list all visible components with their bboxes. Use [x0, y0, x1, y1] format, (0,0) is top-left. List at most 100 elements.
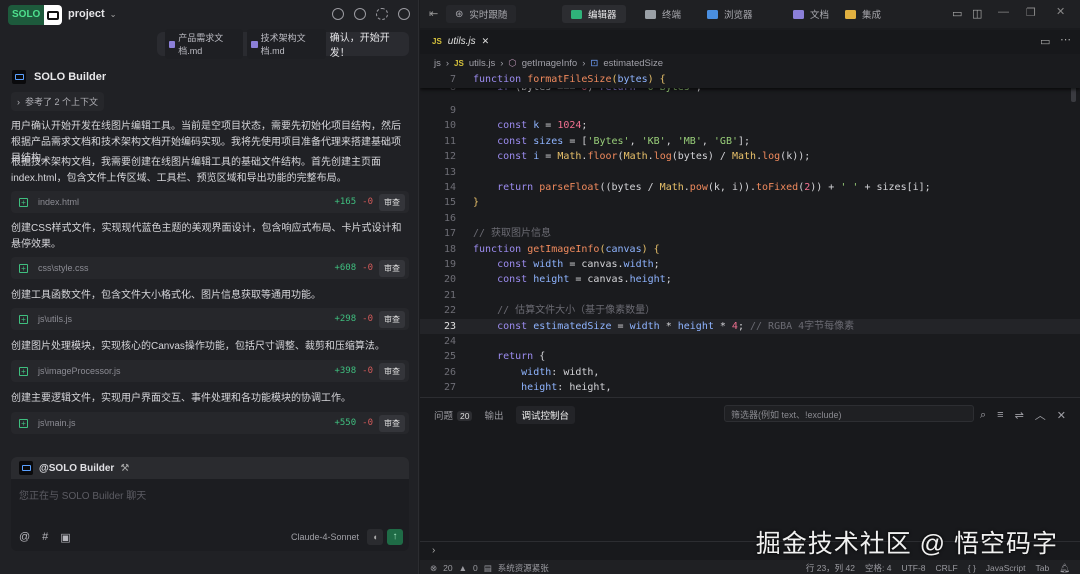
microphone-icon[interactable]: ◖ [367, 529, 383, 545]
close-window-icon[interactable]: ✕ [1056, 5, 1065, 18]
tab-docs[interactable]: 文档 [784, 5, 838, 23]
notifications-icon[interactable]: 🔔︎ [1059, 563, 1070, 574]
search-icon[interactable]: ⌕ [980, 409, 986, 422]
code-line[interactable]: 25 return { [420, 349, 1080, 365]
code-line[interactable]: 11 const sizes = ['Bytes', 'KB', 'MB', '… [420, 134, 1080, 150]
code-line[interactable]: 15} [420, 195, 1080, 211]
model-selector[interactable]: Claude-4-Sonnet [291, 532, 359, 542]
minimize-icon[interactable]: — [998, 6, 1009, 18]
encoding[interactable]: UTF-8 [901, 563, 925, 573]
code-line[interactable]: 19 const width = canvas.width; [420, 257, 1080, 273]
history-icon[interactable] [354, 8, 366, 20]
code-line[interactable]: 23 const estimatedSize = width * height … [420, 318, 1080, 335]
clear-console-icon[interactable]: ≡ [997, 409, 1003, 421]
code-token: { [539, 351, 546, 363]
split-editor-icon[interactable]: ▭ [1040, 35, 1050, 48]
code-line[interactable]: 16 [420, 211, 1080, 227]
chevron-up-icon[interactable]: ︿ [1035, 407, 1046, 423]
line-number: 14 [443, 182, 456, 193]
tools-icon[interactable]: ⚒ [120, 463, 129, 474]
file-tab-utils[interactable]: JS utils.js ✕ [432, 36, 489, 47]
code-token: return [473, 351, 540, 363]
braces-icon[interactable]: { } [968, 563, 976, 573]
warning-icon[interactable]: ▲ [459, 563, 467, 573]
more-icon[interactable]: ⋯ [1060, 33, 1071, 46]
review-button[interactable]: 审查 [379, 414, 405, 432]
close-panel-icon[interactable]: ✕ [1057, 409, 1066, 422]
code-line[interactable]: 26 width: width, [420, 365, 1080, 381]
tab-integrations[interactable]: 集成 [836, 5, 890, 23]
file-added-icon: + [19, 418, 28, 428]
code-line[interactable]: 14 return parseFloat((bytes / Math.pow(k… [420, 180, 1080, 196]
line-ending[interactable]: CRLF [936, 563, 958, 573]
tab-output[interactable]: 输出 [484, 408, 503, 422]
code-line[interactable]: 10 const k = 1024; [420, 118, 1080, 134]
code-token: : height, [557, 382, 612, 392]
settings-icon[interactable] [376, 8, 388, 20]
code-token: pow [689, 182, 708, 193]
code-editor[interactable]: 7 function formatFileSize(bytes) {8 if (b… [420, 72, 1080, 392]
chat-input[interactable]: 您正在与 SOLO Builder 聊天 [19, 487, 146, 502]
file-change-card[interactable]: + css\style.css +608 -0 审查 [11, 257, 409, 279]
file-added-icon: + [19, 197, 28, 207]
image-icon[interactable]: ▣ [60, 531, 70, 544]
error-icon[interactable]: ⊗ [430, 563, 437, 574]
close-tab-icon[interactable]: ✕ [482, 36, 490, 47]
file-change-card[interactable]: + index.html +165 -0 审查 [11, 191, 409, 213]
tab-mode[interactable]: Tab [1035, 563, 1049, 573]
toggle-panel-icon[interactable]: ▭ [952, 7, 962, 20]
review-button[interactable]: 审查 [379, 193, 405, 211]
realtime-follow-button[interactable]: ⊛ 实时跟随 [446, 5, 517, 23]
mention-bar: @SOLO Builder ⚒ [11, 457, 409, 479]
console-prompt-icon[interactable]: › [432, 545, 435, 556]
collapse-sidebar-icon[interactable]: ⇤ [429, 7, 438, 20]
code-line[interactable]: 13 [420, 165, 1080, 181]
code-token: function [473, 74, 528, 85]
chat-input-box: @SOLO Builder ⚒ 您正在与 SOLO Builder 聊天 @ # ▣ … [11, 457, 409, 551]
language-mode[interactable]: JavaScript [986, 563, 1026, 573]
code-line[interactable]: 17 // 获取图片信息 [420, 226, 1080, 242]
message-text: 创建工具函数文件，包含文件大小格式化、图片信息获取等通用功能。 [11, 290, 321, 301]
code-token: width [533, 259, 564, 270]
review-button[interactable]: 审查 [379, 310, 405, 328]
context-reference-toggle[interactable]: › 参考了 2 个上下文 [11, 92, 105, 111]
tab-terminal[interactable]: 终端 [636, 5, 690, 23]
attachment-chip[interactable]: 技术架构文档.md [247, 29, 326, 59]
code-line[interactable]: 18 function getImageInfo(canvas) { [420, 242, 1080, 258]
tab-problems[interactable]: 问题 20 [434, 408, 473, 422]
code-line[interactable]: 24 [420, 334, 1080, 350]
toggle-sidebar-icon[interactable]: ◫ [972, 7, 982, 20]
file-change-card[interactable]: + js\utils.js +298 -0 审查 [11, 308, 409, 330]
indentation[interactable]: 空格: 4 [865, 562, 891, 574]
filter-settings-icon[interactable]: ⇌ [1015, 409, 1024, 422]
tab-browser[interactable]: 浏览器 [698, 5, 762, 23]
review-button[interactable]: 审查 [379, 259, 405, 277]
project-selector[interactable]: project ⌄ [68, 8, 116, 20]
file-change-card[interactable]: + js\imageProcessor.js +398 -0 审查 [11, 360, 409, 382]
code-token: // 获取图片信息 [473, 228, 552, 240]
code-line[interactable]: 9 [420, 103, 1080, 119]
tab-debug-console[interactable]: 调试控制台 [515, 406, 576, 424]
account-icon[interactable] [398, 8, 410, 20]
new-chat-icon[interactable] [332, 8, 344, 20]
code-line[interactable]: 12 const i = Math.floor(Math.log(bytes) … [420, 149, 1080, 165]
mention-icon[interactable]: @ [19, 531, 30, 543]
code-token: log [762, 151, 781, 163]
code-line[interactable]: 27 height: height, [420, 380, 1080, 392]
hash-icon[interactable]: # [42, 531, 48, 543]
user-message: 产品需求文档.md 技术架构文档.md 确认，开始开发！ [157, 29, 409, 59]
send-button[interactable]: ↑ [387, 529, 403, 545]
terminal-icon [645, 9, 656, 19]
cursor-position[interactable]: 行 23，列 42 [806, 562, 855, 574]
code-line[interactable]: 22 // 估算文件大小（基于像素数量） [420, 303, 1080, 319]
maximize-icon[interactable]: ❐ [1026, 6, 1036, 19]
code-line[interactable]: 20 const height = canvas.height; [420, 272, 1080, 288]
code-line[interactable]: 21 [420, 288, 1080, 304]
line-number: 26 [443, 366, 456, 378]
attachment-chip[interactable]: 产品需求文档.md [165, 29, 244, 59]
file-change-card[interactable]: + js\main.js +550 -0 审查 [11, 412, 409, 434]
review-button[interactable]: 审查 [379, 362, 405, 380]
sticky-scroll-line[interactable]: 7 function formatFileSize(bytes) { [420, 72, 1080, 88]
filter-input[interactable]: 筛选器(例如 text、!exclude) [724, 405, 974, 422]
tab-editor[interactable]: 编辑器 [562, 5, 626, 23]
